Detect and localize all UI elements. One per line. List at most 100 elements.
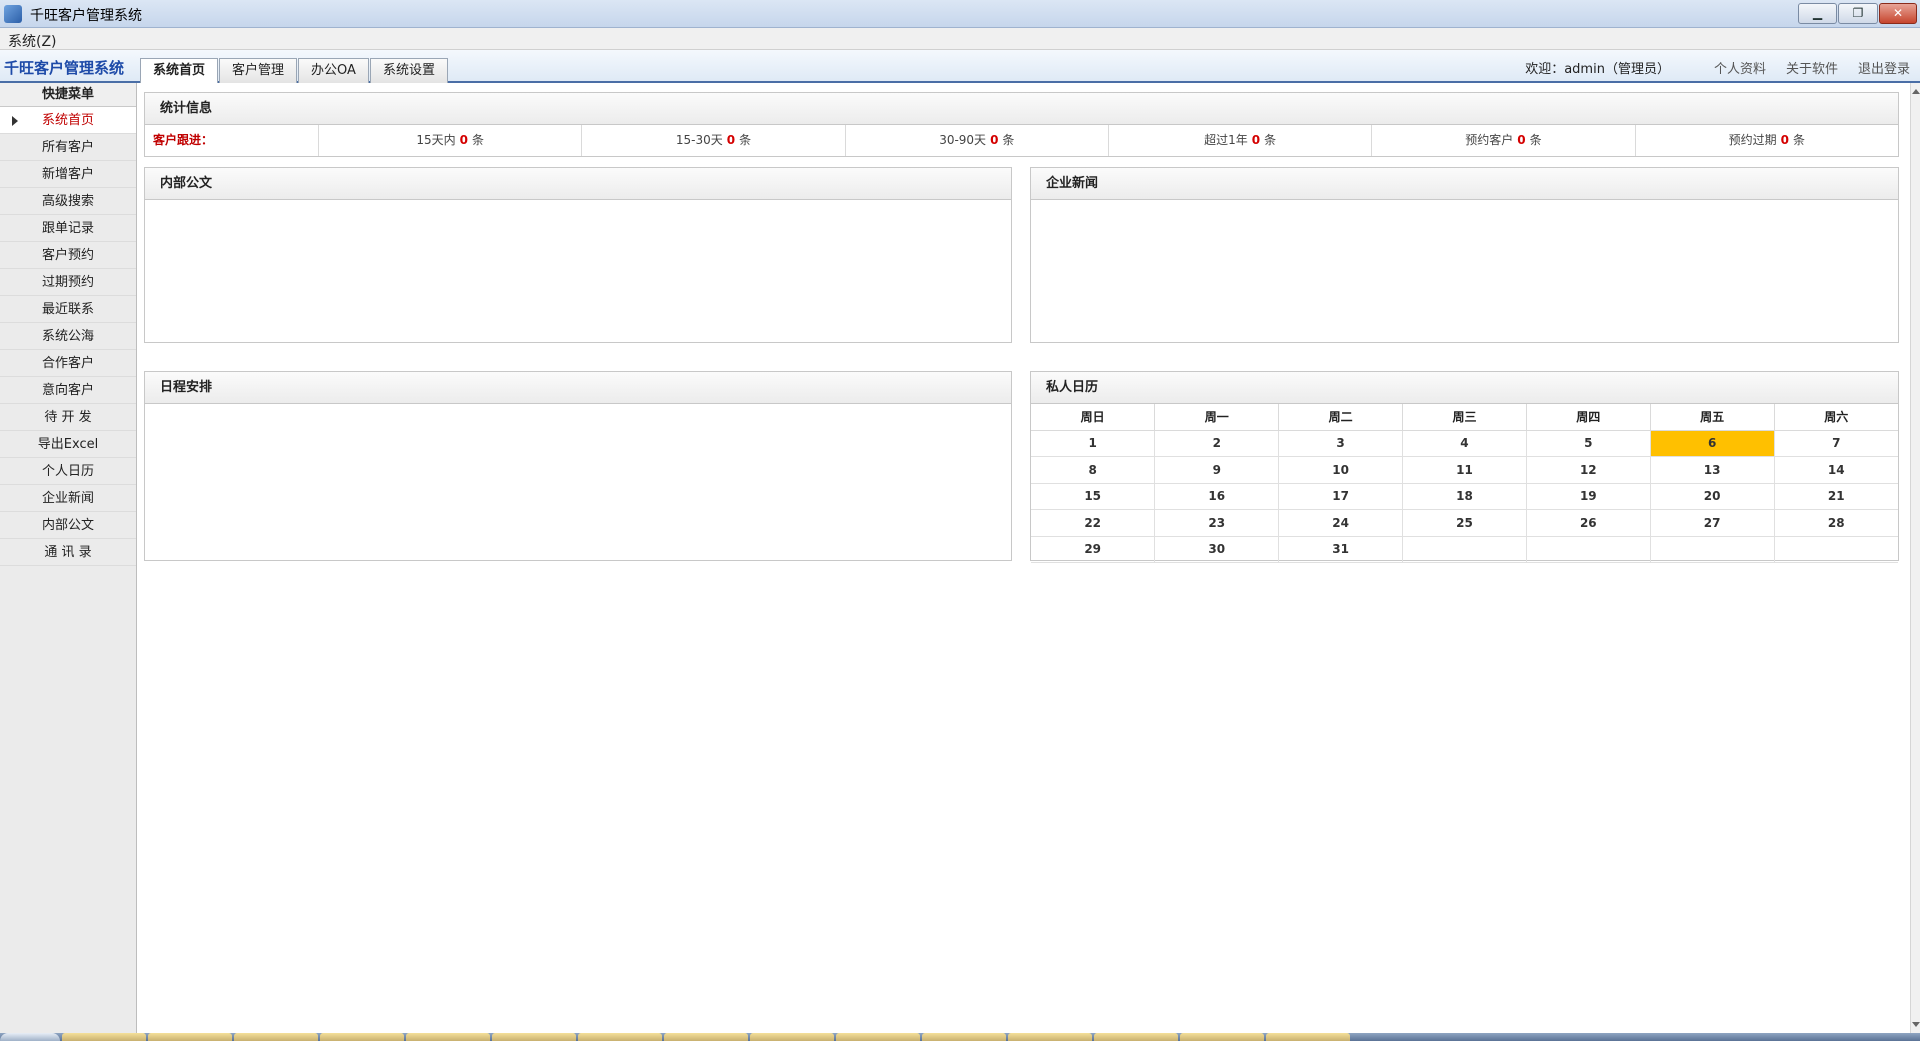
taskbar-item[interactable]: [62, 1033, 146, 1041]
taskbar-item[interactable]: [750, 1033, 834, 1041]
sidebar-item-advanced-search[interactable]: 高级搜索: [0, 188, 136, 215]
calendar-day[interactable]: 2: [1154, 430, 1280, 457]
calendar-day-today[interactable]: 6: [1650, 430, 1775, 457]
calendar-day[interactable]: 22: [1031, 509, 1156, 537]
sidebar-item-label: 系统首页: [41, 113, 94, 128]
taskbar-item[interactable]: [922, 1033, 1006, 1041]
stat-appointments[interactable]: 预约客户 0 条: [1372, 125, 1636, 156]
logout-link[interactable]: 退出登录: [1858, 58, 1910, 77]
stat-30-90-days[interactable]: 30-90天 0 条: [846, 125, 1109, 156]
calendar-day[interactable]: 5: [1526, 430, 1651, 457]
calendar-empty-cell: [1402, 536, 1527, 563]
calendar-day[interactable]: 4: [1402, 430, 1527, 457]
profile-link[interactable]: 个人资料: [1714, 58, 1766, 77]
calendar-day[interactable]: 26: [1526, 509, 1651, 537]
taskbar-item[interactable]: [320, 1033, 404, 1041]
calendar-day[interactable]: 18: [1402, 483, 1527, 510]
sidebar-item-personal-calendar[interactable]: 个人日历: [0, 458, 136, 485]
calendar-day[interactable]: 25: [1402, 509, 1527, 537]
calendar-day[interactable]: 14: [1774, 456, 1898, 484]
calendar-panel: 私人日历 周日 周一 周二 周三 周四 周五 周六 1 2 3 4 5 6 7 8 9 10 11 12 13 14 1…: [1030, 371, 1899, 563]
internal-docs-title: 内部公文: [145, 168, 1011, 200]
taskbar-item[interactable]: [492, 1033, 576, 1041]
sidebar-item-all-customers[interactable]: 所有客户: [0, 134, 136, 161]
calendar-day[interactable]: 7: [1774, 430, 1898, 457]
app-icon: [4, 5, 22, 23]
stat-15-30-days[interactable]: 15-30天 0 条: [582, 125, 846, 156]
sidebar-item-public-pool[interactable]: 系统公海: [0, 323, 136, 350]
tab-home[interactable]: 系统首页: [140, 58, 219, 84]
sidebar-item-followup-records[interactable]: 跟单记录: [0, 215, 136, 242]
calendar-day[interactable]: 12: [1526, 456, 1651, 484]
calendar-day[interactable]: 20: [1650, 483, 1775, 510]
taskbar-item[interactable]: [836, 1033, 920, 1041]
scroll-up-icon[interactable]: [1912, 89, 1920, 94]
calendar-day[interactable]: 15: [1031, 483, 1156, 510]
stat-label: 超过1年: [1204, 133, 1248, 147]
title-bar: 千旺客户管理系统 ▁ ❐ ✕: [0, 0, 1920, 28]
sidebar-item-new-customer[interactable]: 新增客户: [0, 161, 136, 188]
about-link[interactable]: 关于软件: [1786, 58, 1838, 77]
calendar-day[interactable]: 30: [1154, 536, 1280, 563]
calendar-day[interactable]: 10: [1278, 456, 1404, 484]
sidebar-item-internal-docs[interactable]: 内部公文: [0, 512, 136, 539]
calendar-day[interactable]: 29: [1031, 536, 1156, 563]
user-info: 欢迎：admin（管理员） 个人资料 关于软件 退出登录: [1525, 58, 1910, 77]
calendar-day[interactable]: 16: [1154, 483, 1280, 510]
sidebar-item-partner-customers[interactable]: 合作客户: [0, 350, 136, 377]
taskbar-item[interactable]: [1008, 1033, 1092, 1041]
taskbar-item[interactable]: [406, 1033, 490, 1041]
calendar-day[interactable]: 13: [1650, 456, 1775, 484]
sidebar-item-appointments[interactable]: 客户预约: [0, 242, 136, 269]
stat-unit: 条: [1002, 133, 1015, 147]
calendar-day[interactable]: 1: [1031, 430, 1156, 457]
calendar-day[interactable]: 9: [1154, 456, 1280, 484]
restore-button[interactable]: ❐: [1838, 3, 1878, 24]
calendar-day[interactable]: 17: [1278, 483, 1404, 510]
vertical-scrollbar[interactable]: [1910, 83, 1920, 1033]
welcome-text: 欢迎：admin（管理员）: [1525, 62, 1670, 77]
sidebar-item-expired-appointments[interactable]: 过期预约: [0, 269, 136, 296]
taskbar-item[interactable]: [664, 1033, 748, 1041]
close-button[interactable]: ✕: [1879, 3, 1917, 24]
calendar-day[interactable]: 27: [1650, 509, 1775, 537]
current-arrow-icon: [12, 116, 18, 126]
calendar-day[interactable]: 3: [1278, 430, 1404, 457]
calendar-empty-cell: [1650, 536, 1775, 563]
tab-system-settings[interactable]: 系统设置: [369, 58, 448, 83]
sidebar-item-prospects[interactable]: 意向客户: [0, 377, 136, 404]
tab-customer-management[interactable]: 客户管理: [219, 58, 298, 83]
stat-count: 0: [459, 133, 468, 147]
scroll-down-icon[interactable]: [1912, 1022, 1920, 1027]
calendar-day[interactable]: 21: [1774, 483, 1898, 510]
stat-unit: 条: [471, 133, 484, 147]
calendar-day[interactable]: 23: [1154, 509, 1280, 537]
calendar-day[interactable]: 19: [1526, 483, 1651, 510]
taskbar-item[interactable]: [1266, 1033, 1350, 1041]
taskbar-item[interactable]: [234, 1033, 318, 1041]
taskbar-item[interactable]: [578, 1033, 662, 1041]
start-button[interactable]: [0, 1033, 60, 1041]
menu-system[interactable]: 系统(Z): [8, 31, 57, 51]
taskbar-item[interactable]: [148, 1033, 232, 1041]
taskbar-item[interactable]: [1094, 1033, 1178, 1041]
stat-expired-appointments[interactable]: 预约过期 0 条: [1636, 125, 1898, 156]
sidebar-item-address-book[interactable]: 通 讯 录: [0, 539, 136, 566]
weekday-header: 周三: [1402, 404, 1527, 431]
sidebar-item-company-news[interactable]: 企业新闻: [0, 485, 136, 512]
sidebar-item-export-excel[interactable]: 导出Excel: [0, 431, 136, 458]
tab-office-oa[interactable]: 办公OA: [298, 58, 369, 83]
stat-over-1-year[interactable]: 超过1年 0 条: [1109, 125, 1373, 156]
taskbar-item[interactable]: [1180, 1033, 1264, 1041]
calendar-day[interactable]: 24: [1278, 509, 1404, 537]
stat-15-days[interactable]: 15天内 0 条: [319, 125, 583, 156]
calendar-day[interactable]: 8: [1031, 456, 1156, 484]
sidebar-item-recent-contacts[interactable]: 最近联系: [0, 296, 136, 323]
sidebar-item-home[interactable]: 系统首页: [0, 107, 136, 134]
calendar-day[interactable]: 11: [1402, 456, 1527, 484]
calendar-empty-cell: [1526, 536, 1651, 563]
sidebar-item-to-develop[interactable]: 待 开 发: [0, 404, 136, 431]
calendar-day[interactable]: 28: [1774, 509, 1898, 537]
minimize-button[interactable]: ▁: [1798, 3, 1837, 24]
calendar-day[interactable]: 31: [1278, 536, 1404, 563]
